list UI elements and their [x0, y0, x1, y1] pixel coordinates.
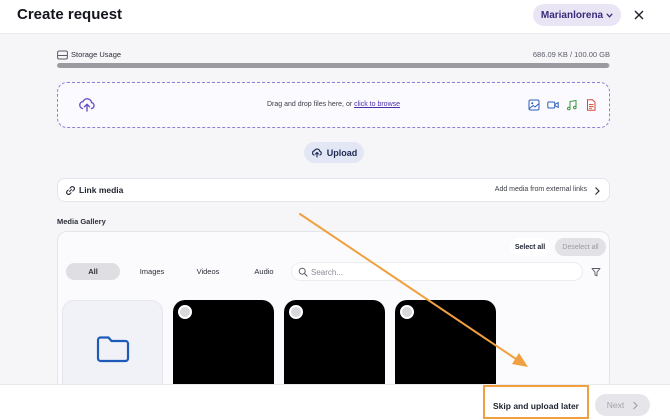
storage-label: Storage Usage	[71, 50, 122, 59]
folder-tile[interactable]	[62, 300, 163, 390]
next-button[interactable]: Next	[595, 394, 650, 416]
upload-button[interactable]: Upload	[304, 142, 364, 163]
skip-and-upload-later-button[interactable]: Skip and upload later	[490, 395, 582, 417]
upload-button-label: Upload	[326, 147, 358, 158]
chevron-right-icon	[595, 187, 600, 195]
filter-button[interactable]	[588, 264, 604, 280]
tile-select-checkbox[interactable]	[178, 305, 192, 319]
media-gallery: Select all Deselect all All Images Video…	[57, 231, 610, 391]
select-all-button[interactable]: Select all	[510, 238, 550, 256]
music-icon	[566, 98, 578, 111]
dropzone-text: Drag and drop files here, or click to br…	[58, 101, 609, 108]
file-type-icons	[528, 98, 597, 111]
media-tile[interactable]	[284, 300, 385, 390]
file-dropzone[interactable]: Drag and drop files here, or click to br…	[57, 82, 610, 128]
media-tile[interactable]	[395, 300, 496, 390]
close-icon	[634, 10, 644, 20]
link-icon	[66, 186, 75, 195]
tile-select-checkbox[interactable]	[289, 305, 303, 319]
tab-audio[interactable]: Audio	[240, 263, 288, 280]
image-icon	[528, 98, 540, 111]
header: Create request Marianlorena	[0, 0, 670, 34]
link-media-description: Add media from external links	[494, 186, 587, 193]
link-media-row[interactable]: Link media Add media from external links	[57, 178, 610, 202]
storage-progress-fill	[57, 63, 610, 68]
storage-icon	[57, 50, 68, 60]
tab-images[interactable]: Images	[128, 263, 176, 280]
user-menu-button[interactable]: Marianlorena	[533, 4, 621, 26]
page-title: Create request	[17, 6, 123, 23]
tile-select-checkbox[interactable]	[400, 305, 414, 319]
filter-icon	[591, 268, 601, 277]
deselect-all-button[interactable]: Deselect all	[555, 238, 606, 256]
storage-progress-bar	[57, 63, 610, 68]
search-input[interactable]	[311, 265, 571, 279]
video-icon	[547, 98, 559, 110]
chevron-right-icon	[633, 401, 639, 409]
folder-icon	[96, 336, 130, 363]
footer: Skip and upload later Next	[0, 384, 670, 420]
next-button-label: Next	[606, 400, 625, 410]
document-icon	[585, 98, 597, 111]
dropzone-instructions: Drag and drop files here, or	[266, 101, 355, 108]
storage-value: 686.09 KB / 100.00 GB	[532, 50, 610, 59]
search-box	[291, 262, 583, 281]
chevron-down-icon	[606, 12, 613, 18]
media-tile[interactable]	[173, 300, 274, 390]
cloud-upload-icon	[311, 148, 322, 158]
media-filter-tabs: All Images Videos Audio	[66, 263, 289, 280]
search-icon	[298, 267, 308, 277]
browse-link[interactable]: click to browse	[354, 101, 400, 108]
user-name: Marianlorena	[540, 9, 604, 21]
link-media-label: Link media	[79, 185, 124, 195]
tab-all[interactable]: All	[66, 263, 120, 280]
tab-videos[interactable]: Videos	[184, 263, 232, 280]
media-gallery-title: Media Gallery	[57, 217, 106, 226]
close-button[interactable]	[630, 6, 648, 24]
